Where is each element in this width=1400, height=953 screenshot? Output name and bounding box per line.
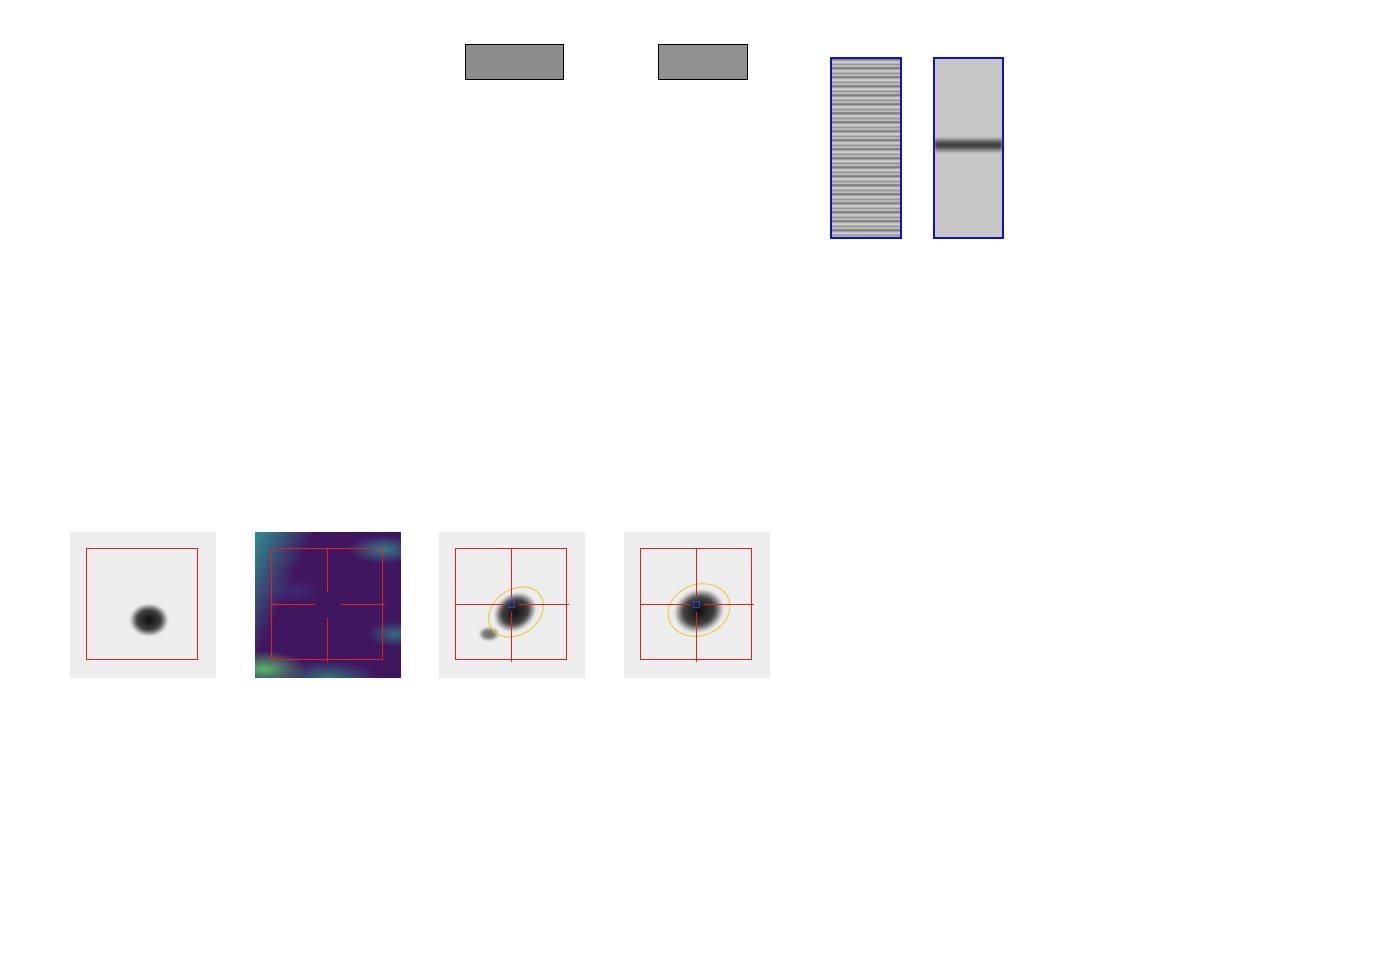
lineflux-map-plot [255,532,401,678]
cutout-hsc-r [624,515,770,720]
cleanimage-trace [935,137,1002,154]
kpno-g-plot [439,532,585,678]
main-spectrum-chart [80,336,1310,454]
extraction-box [86,548,198,660]
weighted-sum-pixelflat [565,44,655,78]
spec2d-panel [440,28,792,273]
weighted-sum-2dspec [465,44,564,80]
center-marker [508,601,515,608]
center-marker [693,601,700,608]
fiber-positions-plot [70,532,216,678]
cutout-fiber-positions [70,515,216,720]
weighted-sum-smoothed [658,44,748,80]
hsc-r-plot [624,532,770,678]
cleanimage-image [933,57,1004,239]
extraction-box [271,548,383,660]
line-fit-chart [1030,46,1330,218]
cutout-lineflux-map [255,515,401,720]
withsky-image [830,57,902,239]
cutout-kpno-g [439,515,585,720]
